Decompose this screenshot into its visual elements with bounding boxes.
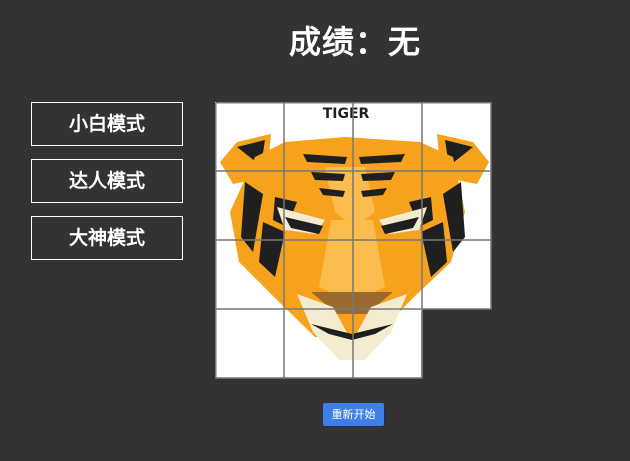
puzzle-tile[interactable] bbox=[422, 240, 491, 309]
puzzle-tile[interactable] bbox=[215, 309, 284, 378]
puzzle-tile[interactable] bbox=[215, 102, 284, 171]
score-label: 成绩： bbox=[288, 23, 388, 61]
mode-selector: 小白模式 达人模式 大神模式 bbox=[31, 102, 183, 273]
puzzle-board: TIGER bbox=[215, 102, 495, 382]
puzzle-tile[interactable] bbox=[353, 240, 422, 309]
puzzle-tile[interactable] bbox=[284, 240, 353, 309]
empty-tile-slot[interactable] bbox=[422, 309, 491, 378]
puzzle-tile[interactable] bbox=[284, 309, 353, 378]
puzzle-tile[interactable] bbox=[215, 240, 284, 309]
mode-button-master[interactable]: 大神模式 bbox=[31, 216, 183, 260]
puzzle-tiles bbox=[215, 102, 491, 378]
puzzle-tile[interactable] bbox=[284, 102, 353, 171]
score-display: 成绩：无 bbox=[0, 18, 630, 66]
mode-button-beginner[interactable]: 小白模式 bbox=[31, 102, 183, 146]
restart-button[interactable]: 重新开始 bbox=[323, 403, 384, 426]
puzzle-tile[interactable] bbox=[215, 171, 284, 240]
puzzle-tile[interactable] bbox=[353, 102, 422, 171]
tiger-image: TIGER bbox=[215, 102, 492, 379]
score-value: 无 bbox=[388, 23, 422, 61]
puzzle-tile[interactable] bbox=[284, 171, 353, 240]
mode-button-expert[interactable]: 达人模式 bbox=[31, 159, 183, 203]
puzzle-tile[interactable] bbox=[422, 102, 491, 171]
puzzle-tile[interactable] bbox=[422, 171, 491, 240]
puzzle-tile[interactable] bbox=[353, 309, 422, 378]
puzzle-tile[interactable] bbox=[353, 171, 422, 240]
puzzle-game-page: 成绩：无 小白模式 达人模式 大神模式 TIGER bbox=[0, 0, 630, 461]
